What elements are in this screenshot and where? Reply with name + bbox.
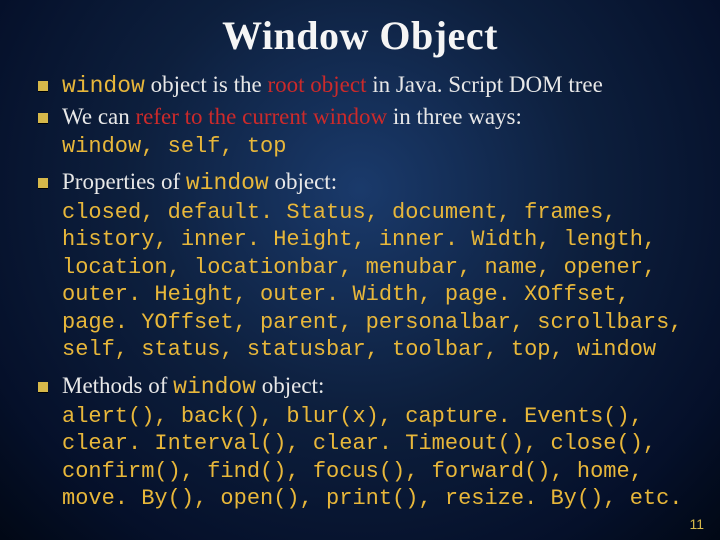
- bullet-4: Methods of window object:: [38, 372, 692, 402]
- bullet-2-sub: window, self, top: [62, 133, 692, 161]
- bullet-1: window object is the root object in Java…: [38, 71, 692, 101]
- bullet-1-text: window object is the root object in Java…: [62, 71, 603, 101]
- code-window: window: [186, 170, 269, 196]
- highlight-refer-window: refer to the current window: [136, 104, 388, 129]
- bullet-square-icon: [38, 113, 48, 123]
- bullet-4-sub: alert(), back(), blur(x), capture. Event…: [62, 403, 692, 513]
- bullet-2: We can refer to the current window in th…: [38, 103, 692, 132]
- slide-title: Window Object: [28, 12, 692, 59]
- bullet-square-icon: [38, 81, 48, 91]
- text: in Java. Script DOM tree: [366, 72, 602, 97]
- text: Properties of: [62, 169, 186, 194]
- text: We can: [62, 104, 136, 129]
- bullet-3: Properties of window object:: [38, 168, 692, 198]
- bullet-3-text: Properties of window object:: [62, 168, 337, 198]
- text: Methods of: [62, 373, 173, 398]
- text: object:: [269, 169, 337, 194]
- bullet-square-icon: [38, 382, 48, 392]
- bullet-4-text: Methods of window object:: [62, 372, 324, 402]
- code-ways: window, self, top: [62, 134, 286, 159]
- code-window: window: [62, 73, 145, 99]
- text: in three ways:: [387, 104, 522, 129]
- code-properties-list: closed, default. Status, document, frame…: [62, 200, 683, 363]
- bullet-square-icon: [38, 178, 48, 188]
- code-methods-list: alert(), back(), blur(x), capture. Event…: [62, 404, 683, 512]
- page-number: 11: [689, 516, 704, 532]
- text: object:: [256, 373, 324, 398]
- code-window: window: [173, 374, 256, 400]
- highlight-root-object: root object: [267, 72, 366, 97]
- text: object is the: [145, 72, 268, 97]
- bullet-3-sub: closed, default. Status, document, frame…: [62, 199, 692, 364]
- bullet-2-text: We can refer to the current window in th…: [62, 103, 522, 132]
